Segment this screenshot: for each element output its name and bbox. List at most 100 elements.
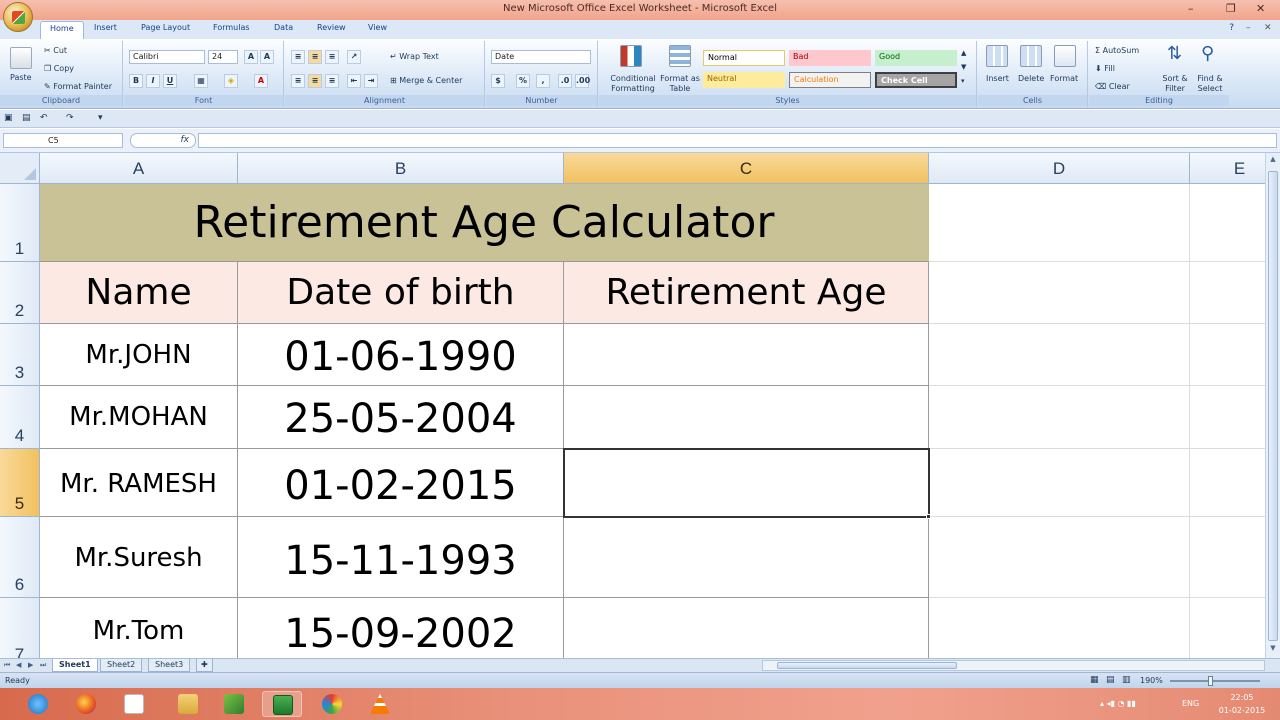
normal-view-icon[interactable]: ▦ [1090,675,1099,685]
office-button[interactable] [3,2,33,32]
autosum-button[interactable]: Σ AutoSum [1095,46,1139,55]
sheet-tab-sheet3[interactable]: Sheet3 [148,659,191,672]
name-cell[interactable]: Mr.Suresh [40,517,238,598]
number-format-combo[interactable]: Date [491,50,591,64]
zoom-slider-knob[interactable] [1208,676,1213,686]
taskbar-firefox[interactable] [66,691,106,717]
name-cell[interactable]: Mr.JOHN [40,324,238,386]
taskbar-media[interactable] [312,691,352,717]
row-header-2[interactable]: 2 [0,262,40,324]
redo-icon[interactable]: ↷ [66,113,74,123]
paste-button[interactable]: Paste [10,73,32,82]
taskbar-vlc[interactable] [360,691,400,717]
taskbar-explorer[interactable] [168,691,208,717]
align-top-icon[interactable]: ≡ [291,50,305,64]
tab-page-layout[interactable]: Page Layout [141,23,190,32]
style-normal[interactable]: Normal [703,50,785,66]
sort-filter-button[interactable]: Sort & Filter [1155,74,1195,94]
column-header-d[interactable]: D [929,153,1190,184]
retirement-cell[interactable] [564,386,929,449]
scroll-down-icon[interactable]: ▼ [1268,644,1278,656]
fill-button[interactable]: ⬇ Fill [1095,64,1115,73]
decrease-indent-icon[interactable]: ⇤ [347,74,361,88]
start-button[interactable] [18,691,58,717]
fx-button[interactable]: fx [130,133,196,148]
tab-data[interactable]: Data [274,23,293,32]
cell-e4[interactable] [1190,386,1265,449]
close-button[interactable]: ✕ [1256,2,1265,15]
tab-view[interactable]: View [368,23,387,32]
name-cell[interactable]: Mr.Tom [40,598,238,658]
name-cell[interactable]: Mr.MOHAN [40,386,238,449]
tab-home[interactable]: Home [40,21,84,40]
sheet-tab-sheet2[interactable]: Sheet2 [100,659,143,672]
worksheet-grid[interactable]: A B C D E 1 2 3 4 5 6 7 Retirement Age C… [0,153,1265,658]
cut-button[interactable]: ✂ Cut [44,46,67,55]
cell-e3[interactable] [1190,324,1265,386]
customize-qat-icon[interactable]: ▾ [98,113,103,123]
row-header-6[interactable]: 6 [0,517,40,598]
italic-button[interactable]: I [146,74,160,88]
copy-button[interactable]: ❐ Copy [44,64,74,73]
ribbon-close-icon[interactable]: ✕ [1264,23,1272,33]
column-header-c[interactable]: C [564,153,929,184]
help-icon[interactable]: ? [1229,23,1234,33]
page-layout-view-icon[interactable]: ▤ [1106,675,1115,685]
zoom-slider[interactable] [1170,680,1260,682]
formula-input[interactable] [198,133,1277,148]
align-middle-icon[interactable]: ≡ [308,50,322,64]
cell-d4[interactable] [929,386,1190,449]
dob-cell[interactable]: 25-05-2004 [238,386,564,449]
underline-button[interactable]: U [163,74,177,88]
taskbar-excel[interactable] [262,691,302,717]
fill-color-icon[interactable]: ◈ [224,74,238,88]
tab-formulas[interactable]: Formulas [213,23,250,32]
cell-d7[interactable] [929,598,1190,658]
ribbon-minimize-icon[interactable]: – [1246,23,1251,33]
tray-icons[interactable]: ▴ ◂▮ ◔ ▮▮ [1100,699,1136,708]
comma-icon[interactable]: , [536,74,550,88]
horizontal-scroll-thumb[interactable] [777,662,957,669]
column-header-a[interactable]: A [40,153,238,184]
row-header-1[interactable]: 1 [0,184,40,262]
font-color-icon[interactable]: A [254,74,268,88]
align-center-icon[interactable]: ≡ [308,74,322,88]
orientation-icon[interactable]: ↗ [347,50,361,64]
active-cell-selection[interactable] [563,448,930,518]
dob-cell[interactable]: 01-02-2015 [238,449,564,517]
find-select-button[interactable]: Find & Select [1191,74,1229,94]
style-bad[interactable]: Bad [789,50,871,66]
header-cell-name[interactable]: Name [40,262,238,324]
merge-center-button[interactable]: ⊞ Merge & Center [390,76,462,85]
borders-icon[interactable]: ▦ [194,74,208,88]
delete-button[interactable]: Delete [1018,74,1044,83]
column-header-e[interactable]: E [1190,153,1265,184]
cell-d5[interactable] [929,449,1190,517]
header-cell-retirement[interactable]: Retirement Age [564,262,929,324]
undo-icon[interactable]: ↶ [40,113,48,123]
prev-sheet-icon[interactable]: ◀ [16,661,21,669]
taskbar-notepad[interactable] [114,691,154,717]
style-calculation[interactable]: Calculation [789,72,871,88]
cell-e5[interactable] [1190,449,1265,517]
dob-cell[interactable]: 01-06-1990 [238,324,564,386]
format-button[interactable]: Format [1050,74,1078,83]
last-sheet-icon[interactable]: ⏭ [40,661,46,670]
taskbar-app[interactable] [214,691,254,717]
style-neutral[interactable]: Neutral [703,72,785,88]
dob-cell[interactable]: 15-11-1993 [238,517,564,598]
decrease-decimal-icon[interactable]: .00 [575,74,590,88]
shrink-font-icon[interactable]: A [260,50,274,64]
horizontal-scrollbar[interactable] [762,660,1265,671]
select-all-corner[interactable] [0,153,40,184]
style-good[interactable]: Good [875,50,957,66]
font-name-combo[interactable]: Calibri [129,50,205,64]
print-icon[interactable]: ▤ [22,113,31,123]
insert-sheet-icon[interactable]: ✚ [196,659,213,672]
wrap-text-button[interactable]: ↵ Wrap Text [390,52,439,61]
insert-button[interactable]: Insert [986,74,1009,83]
bold-button[interactable]: B [129,74,143,88]
percent-icon[interactable]: % [516,74,530,88]
format-as-table-button[interactable]: Format as Table [659,74,701,94]
increase-decimal-icon[interactable]: .0 [558,74,572,88]
